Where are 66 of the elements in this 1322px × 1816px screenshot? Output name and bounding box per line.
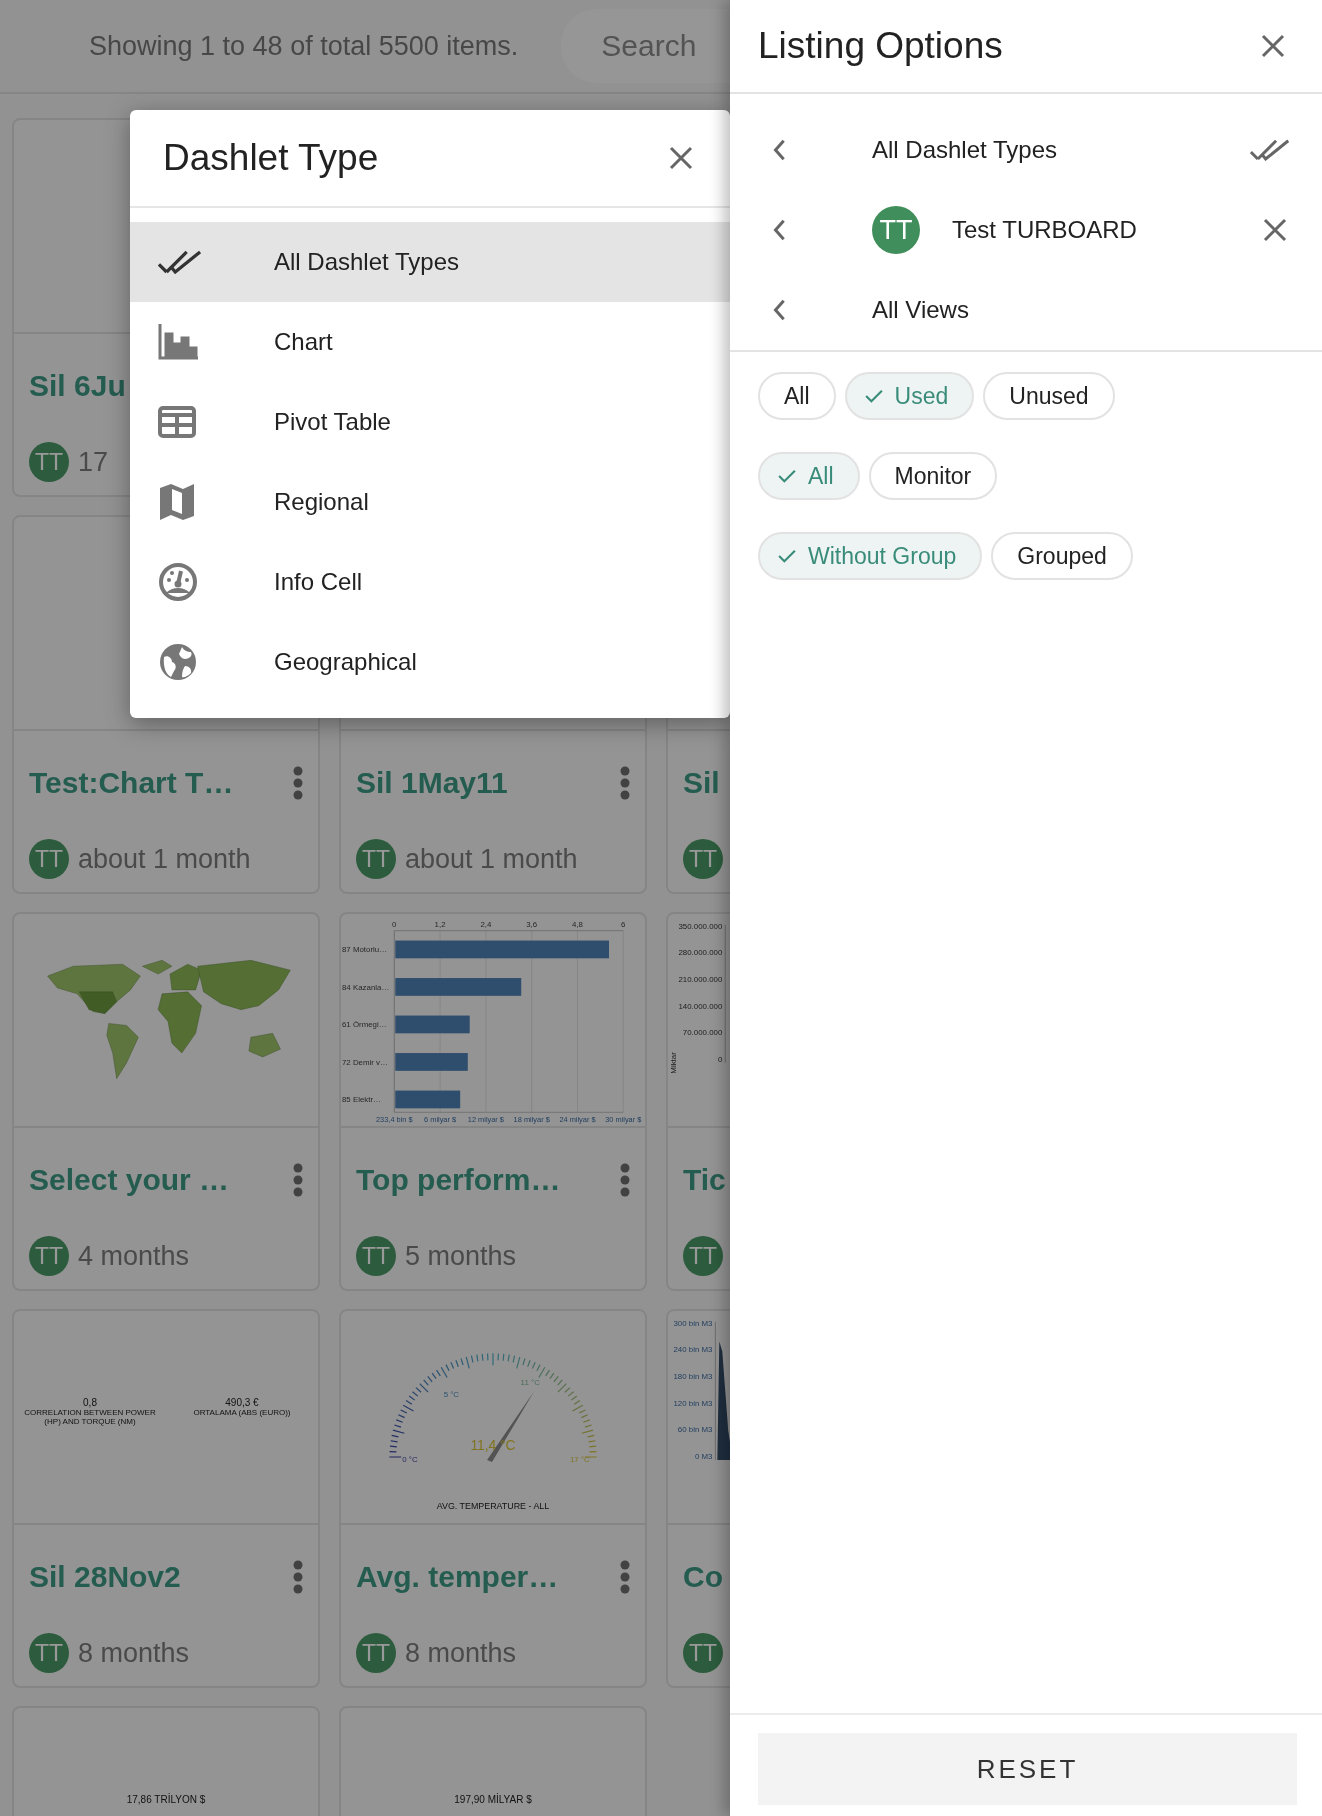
axis-title: Miktar [668, 1052, 678, 1074]
tick-label: 0 M3 [694, 1451, 713, 1461]
tick-label: 0 [392, 919, 397, 929]
avatar: TT [29, 442, 69, 482]
card-title: Tic [683, 1163, 726, 1197]
card-title: Test:Chart T… [29, 766, 234, 800]
tick-label: 180 bin M3 [673, 1372, 713, 1381]
card-title: Sil [683, 766, 720, 800]
tick-label: 6 [621, 919, 626, 929]
tick-label: 2,4 [480, 919, 492, 929]
avatar: TT [29, 1633, 69, 1673]
avatar: TT [356, 1633, 396, 1673]
gauge-caption: AVG. TEMPERATURE - ALL [436, 1501, 550, 1512]
tick-label: 1,2 [434, 919, 446, 929]
avatar: TT [683, 839, 723, 879]
time-text: about 1 month [78, 843, 251, 875]
tick-label: 210.000.000 [678, 975, 723, 984]
time-text: 5 months [405, 1240, 517, 1272]
avatar: TT [29, 839, 69, 879]
tick-label: 0 °C [402, 1454, 418, 1464]
time-text: 8 months [78, 1637, 190, 1669]
tick-label: 140.000.000 [678, 1001, 723, 1011]
tick-label: 3,6 [526, 919, 538, 929]
card-title: Avg. temper… [356, 1560, 559, 1594]
card-title: Top perform… [356, 1163, 561, 1197]
category-label: 72 Demir v… [342, 1057, 388, 1067]
category-label: 85 Elektr… [342, 1095, 381, 1105]
tick-label: 0 [717, 1054, 723, 1064]
info-label: ORTALAMA (ABS (EURO)) [193, 1408, 291, 1417]
dialog-title: Dashlet Type [163, 137, 379, 179]
category-label: 61 Örmegi… [342, 1020, 387, 1030]
tick-label: 4,8 [572, 919, 583, 929]
tick-label: 120 bin M3 [673, 1398, 713, 1408]
tick-label: 17 °C [570, 1454, 590, 1464]
tick-label: 300 bin M3 [673, 1318, 713, 1328]
info-value: 0,8 [83, 1397, 97, 1408]
info-label: CORRELATION BETWEEN POWER (HP) AND TORQUE (NM) [23, 1408, 157, 1426]
card-title: Sil 28Nov2 [29, 1560, 181, 1594]
card-title: Sil 6Ju [29, 369, 126, 403]
item-count-text: Showing 1 to 48 of total 5500 items. [89, 30, 519, 62]
time-text: about 1 month [405, 843, 578, 875]
tick-label: 240 bin M3 [673, 1345, 713, 1355]
info-value: 490,3 € [225, 1397, 259, 1408]
tick-label: 350.000.000 [678, 921, 723, 931]
avatar: TT [29, 1236, 69, 1276]
card-title: Select your … [29, 1163, 230, 1197]
avatar: TT [683, 1633, 723, 1673]
avatar: TT [356, 839, 396, 879]
tick-label: 70.000.000 [682, 1028, 723, 1038]
panel-title: Listing Options [758, 25, 1003, 67]
card-title: Sil 1May11 [356, 766, 508, 800]
card-title: Co [683, 1560, 723, 1594]
avatar: TT [683, 1236, 723, 1276]
time-text: 17 [78, 446, 109, 478]
avatar: TT [872, 206, 920, 254]
category-label: 84 Kazanla… [342, 982, 390, 992]
avatar: TT [356, 1236, 396, 1276]
time-text: 8 months [405, 1637, 517, 1669]
info-value: 197,90 MİLYAR $ [454, 1794, 532, 1805]
tick-label: 280.000.000 [678, 948, 723, 958]
time-text: 4 months [78, 1240, 190, 1272]
gauge-reading: 11,4 °C [470, 1437, 516, 1454]
info-value: 17,86 TRİLYON $ [126, 1794, 206, 1805]
tick-label: 5 °C [443, 1389, 460, 1399]
tick-label: 60 bin M3 [677, 1425, 713, 1435]
category-label: 87 Motorlu… [342, 945, 388, 955]
